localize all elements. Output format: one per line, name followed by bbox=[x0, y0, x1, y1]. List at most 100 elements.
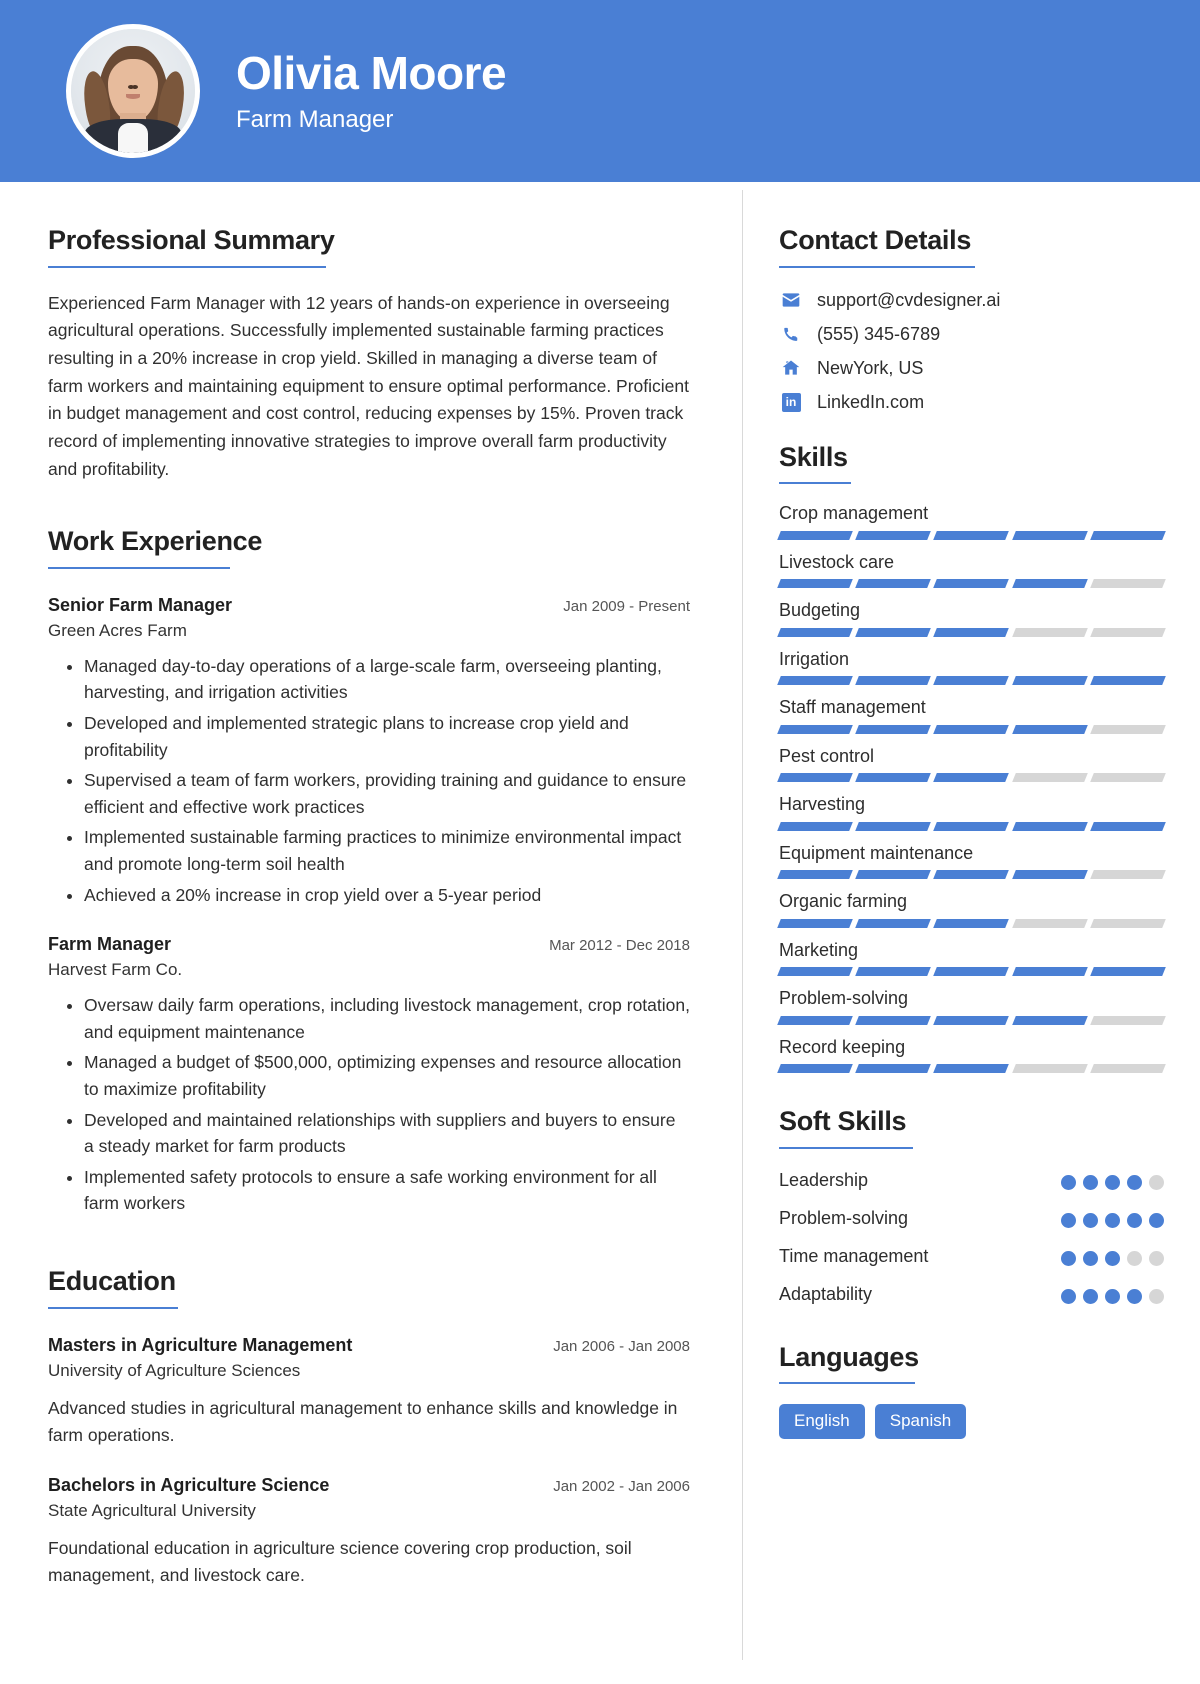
skill-segment bbox=[933, 530, 1010, 540]
skill-segment bbox=[855, 1015, 932, 1025]
work-heading: Work Experience bbox=[48, 526, 263, 557]
education-description: Foundational education in agriculture sc… bbox=[48, 1537, 632, 1586]
skill-segment bbox=[855, 870, 932, 880]
candidate-job-title: Farm Manager bbox=[236, 106, 394, 134]
section-education: Education Masters in Agriculture Managem… bbox=[48, 1266, 690, 1590]
contact-row[interactable]: (555) 345-6789 bbox=[779, 324, 1164, 345]
work-bullet: Oversaw daily farm operations, including… bbox=[84, 992, 690, 1045]
summary-heading: Professional Summary bbox=[48, 225, 335, 255]
skill-name: Problem-solving bbox=[779, 988, 909, 1009]
skill-segment bbox=[1089, 627, 1166, 637]
skill-name: Harvesting bbox=[779, 794, 866, 815]
work-bullet: Managed day-to-day operations of a large… bbox=[84, 653, 690, 706]
rating-dot bbox=[1083, 1250, 1098, 1266]
skill-segment bbox=[1011, 967, 1088, 977]
skill-list: Crop management Livestock care Budgeting Ir… bbox=[777, 502, 1166, 1074]
skill-segment bbox=[777, 627, 854, 637]
skill-segment bbox=[933, 579, 1010, 589]
skill-segment bbox=[855, 918, 932, 928]
soft-skill-rating bbox=[1061, 1167, 1164, 1191]
skill-row: Equipment maintenance bbox=[777, 842, 1166, 880]
rating-dot bbox=[1105, 1250, 1120, 1266]
skill-segment bbox=[1089, 773, 1166, 783]
contact-value: LinkedIn.com bbox=[817, 391, 925, 412]
skill-segment bbox=[777, 918, 854, 928]
section-contact-details: Contact Details support@cvdesigner.ai (55… bbox=[779, 225, 1164, 413]
skill-level-bar bbox=[777, 918, 1166, 928]
skill-level-bar bbox=[777, 627, 1166, 637]
rating-dot bbox=[1127, 1212, 1142, 1228]
skill-segment bbox=[933, 918, 1010, 928]
portrait-mouth bbox=[126, 94, 140, 100]
skill-segment bbox=[933, 821, 1010, 831]
work-company: Green Acres Farm bbox=[48, 620, 187, 640]
rating-dot bbox=[1061, 1250, 1076, 1266]
skill-name: Marketing bbox=[779, 939, 859, 960]
skill-level-bar bbox=[777, 676, 1166, 686]
education-school: State Agricultural University bbox=[48, 1500, 256, 1520]
contact-value: (555) 345-6789 bbox=[817, 323, 941, 344]
skill-segment bbox=[777, 579, 854, 589]
home-icon bbox=[779, 358, 803, 378]
skill-segment bbox=[777, 676, 854, 686]
language-tag[interactable]: English bbox=[779, 1404, 865, 1440]
skill-segment bbox=[933, 627, 1010, 637]
rating-dot bbox=[1083, 1175, 1098, 1191]
education-entry-list: Masters in Agriculture Management Jan 200… bbox=[48, 1335, 690, 1590]
soft-skills-underline bbox=[779, 1147, 913, 1150]
skill-segment bbox=[1011, 724, 1088, 734]
summary-underline bbox=[48, 265, 326, 268]
avatar bbox=[66, 24, 200, 158]
skill-level-bar bbox=[777, 870, 1166, 880]
skill-segment bbox=[855, 821, 932, 831]
skill-segment bbox=[933, 967, 1010, 977]
skill-segment bbox=[933, 1064, 1010, 1074]
skill-segment bbox=[777, 870, 854, 880]
skill-segment bbox=[855, 724, 932, 734]
portrait-shirt bbox=[118, 123, 148, 153]
skill-segment bbox=[855, 676, 932, 686]
contact-value: support@cvdesigner.ai bbox=[817, 289, 1001, 310]
soft-skill-list: Leadership Problem-solving Time management… bbox=[779, 1167, 1164, 1309]
soft-skill-rating bbox=[1061, 1205, 1164, 1228]
language-tag[interactable]: Spanish bbox=[874, 1404, 967, 1440]
skill-level-bar bbox=[777, 530, 1166, 540]
summary-text: Experienced Farm Manager with 12 years o… bbox=[48, 292, 690, 479]
resume-body: Professional Summary Experienced Farm Ma… bbox=[0, 182, 1200, 1684]
work-bullet: Developed and maintained relationships w… bbox=[84, 1107, 690, 1160]
skill-segment bbox=[777, 530, 854, 540]
soft-skill-name: Adaptability bbox=[779, 1283, 873, 1304]
skill-segment bbox=[777, 821, 854, 831]
skill-segment bbox=[1089, 1015, 1166, 1025]
skills-underline bbox=[779, 482, 851, 485]
education-entry-header: Masters in Agriculture Management Jan 200… bbox=[48, 1335, 690, 1356]
resume-page: Olivia Moore Farm Manager Professional S… bbox=[0, 0, 1200, 1684]
work-entry: Farm Manager Mar 2012 - Dec 2018 Harvest F… bbox=[48, 934, 690, 1217]
contact-row[interactable]: NewYork, US bbox=[779, 358, 1164, 379]
skill-row: Marketing bbox=[777, 939, 1166, 977]
work-bullet: Supervised a team of farm workers, provi… bbox=[84, 767, 690, 820]
work-bullet: Achieved a 20% increase in crop yield ov… bbox=[84, 882, 690, 909]
skill-segment bbox=[1089, 1064, 1166, 1074]
skill-segment bbox=[1089, 870, 1166, 880]
work-bullet: Developed and implemented strategic plan… bbox=[84, 710, 690, 763]
skill-level-bar bbox=[777, 1015, 1166, 1025]
skill-segment bbox=[933, 870, 1010, 880]
work-bullet-list: Managed day-to-day operations of a large… bbox=[48, 653, 690, 908]
work-bullet: Implemented sustainable farming practice… bbox=[84, 824, 690, 877]
rating-dot bbox=[1105, 1288, 1120, 1304]
section-languages: Languages English Spanish bbox=[779, 1342, 1164, 1440]
skill-segment bbox=[1089, 676, 1166, 686]
skill-name: Record keeping bbox=[779, 1036, 906, 1057]
section-professional-summary: Professional Summary Experienced Farm Ma… bbox=[48, 225, 690, 483]
skill-level-bar bbox=[777, 579, 1166, 589]
skill-segment bbox=[1089, 918, 1166, 928]
rating-dot bbox=[1149, 1288, 1164, 1304]
resume-header: Olivia Moore Farm Manager bbox=[0, 0, 1200, 182]
contact-row[interactable]: in LinkedIn.com bbox=[779, 392, 1164, 413]
skill-name: Pest control bbox=[779, 745, 875, 766]
skill-name: Budgeting bbox=[779, 600, 861, 621]
contact-row[interactable]: support@cvdesigner.ai bbox=[779, 290, 1164, 311]
linkedin-badge: in bbox=[781, 392, 801, 412]
skill-segment bbox=[855, 530, 932, 540]
